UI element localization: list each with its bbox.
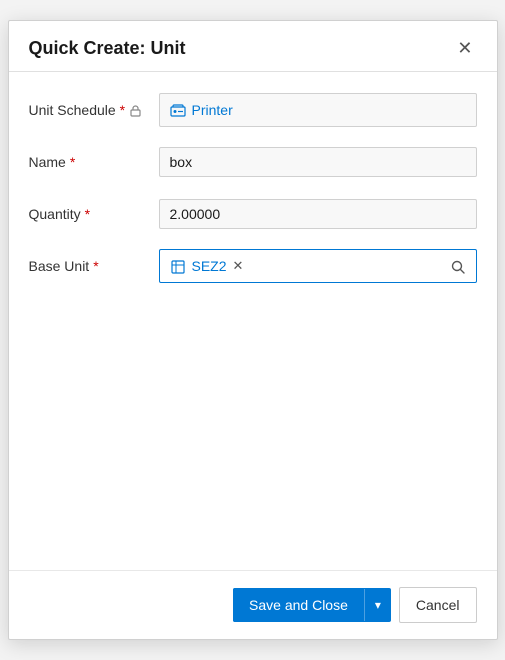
lock-icon: [129, 103, 142, 117]
base-unit-search-icon[interactable]: [450, 257, 466, 274]
base-unit-required-indicator: *: [93, 258, 98, 274]
cancel-button[interactable]: Cancel: [399, 587, 477, 623]
dialog-header: Quick Create: Unit ✕: [9, 21, 497, 72]
unit-schedule-row: Unit Schedule *: [29, 92, 477, 128]
chevron-down-icon: ▾: [375, 598, 381, 612]
dialog-title: Quick Create: Unit: [29, 38, 186, 59]
unit-schedule-field-wrapper: Printer: [159, 93, 477, 127]
save-close-main-button[interactable]: Save and Close: [233, 588, 364, 622]
name-label: Name *: [29, 154, 159, 170]
base-unit-field[interactable]: SEZ2 ✕: [159, 249, 477, 283]
base-unit-clear-button[interactable]: ✕: [233, 258, 244, 274]
base-unit-value-link[interactable]: SEZ2: [192, 258, 227, 274]
unit-schedule-field: Printer: [159, 93, 477, 127]
close-icon: ✕: [457, 39, 472, 57]
save-close-button-group: Save and Close ▾: [233, 588, 391, 622]
dialog-footer: Save and Close ▾ Cancel: [9, 570, 497, 639]
save-close-dropdown-button[interactable]: ▾: [364, 589, 391, 621]
base-unit-field-wrapper: SEZ2 ✕: [159, 249, 477, 283]
name-row: Name *: [29, 144, 477, 180]
quantity-required-indicator: *: [85, 206, 90, 222]
quantity-input[interactable]: [159, 199, 477, 229]
name-input[interactable]: [159, 147, 477, 177]
dialog-body: Unit Schedule *: [9, 72, 497, 570]
close-button[interactable]: ✕: [453, 37, 476, 59]
unit-schedule-label: Unit Schedule *: [29, 102, 159, 118]
unit-schedule-value-link[interactable]: Printer: [192, 102, 233, 118]
unit-schedule-icon: [170, 101, 186, 118]
quick-create-dialog: Quick Create: Unit ✕ Unit Schedule *: [8, 20, 498, 640]
base-unit-icon: [170, 257, 186, 274]
quantity-field-wrapper: [159, 199, 477, 229]
quantity-row: Quantity *: [29, 196, 477, 232]
base-unit-label: Base Unit *: [29, 258, 159, 274]
required-indicator: *: [120, 102, 125, 118]
base-unit-row: Base Unit * SEZ2 ✕: [29, 248, 477, 284]
name-required-indicator: *: [70, 154, 75, 170]
name-field-wrapper: [159, 147, 477, 177]
quantity-label: Quantity *: [29, 206, 159, 222]
